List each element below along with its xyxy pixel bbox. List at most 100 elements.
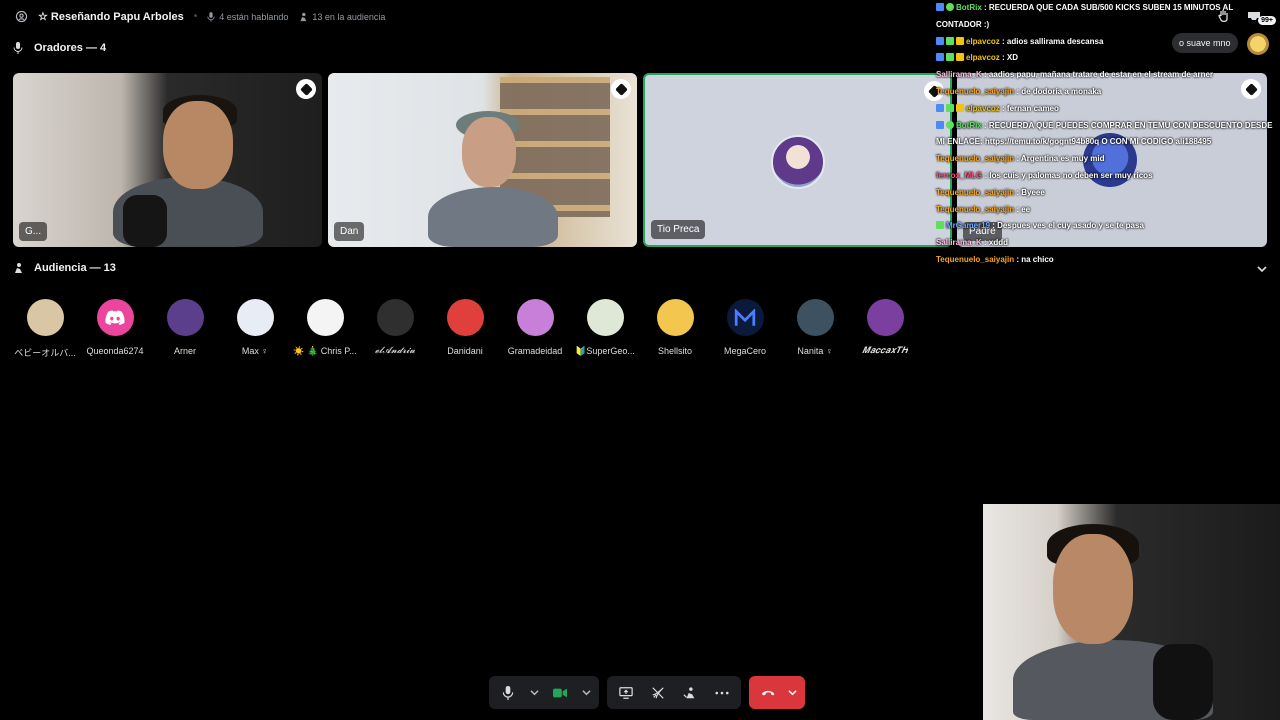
audience-header[interactable]: Audiencia — 13 (12, 262, 116, 274)
video-camera-icon (553, 688, 567, 697)
hang-up-icon (761, 690, 775, 695)
chat-user: Tequenuelo_saiyajin (936, 86, 1015, 96)
disconnect-button[interactable] (755, 680, 781, 706)
inbox-count-badge: 99+ (1258, 16, 1276, 25)
speakers-label: Oradores — 4 (34, 42, 107, 54)
video-microphone (123, 195, 167, 247)
audience-member-name: ☀️ 🎄 Chris P... (293, 346, 357, 356)
chat-user: Sallirama_K (936, 70, 982, 80)
speakers-header: Oradores — 4 (12, 42, 106, 54)
self-video-preview[interactable] (983, 504, 1280, 720)
chat-user: Tequenuelo_saiyajin (936, 187, 1015, 197)
microphone-icon (502, 685, 514, 700)
chat-text: RECUERDA QUE PUEDES COMPRAR EN TEMU CON … (936, 120, 1273, 147)
chat-user: Tequenuelo_saiyajin (936, 204, 1015, 214)
audience-count-text: 13 en la audiencia (312, 11, 386, 22)
chat-message: elpavcoz : fernan cameo (936, 101, 1280, 118)
audience-member-name: 𝑴𝒂𝒄𝒄𝒂𝒙𝑻𝑯 (862, 346, 908, 356)
avatar (726, 299, 764, 336)
video-person (428, 187, 558, 247)
video-face (163, 101, 233, 189)
avatar[interactable] (1247, 33, 1269, 55)
speaking-count-text: 4 están hablando (219, 11, 289, 22)
chat-text: XD (1006, 53, 1019, 63)
stage-channel-icon (14, 10, 28, 24)
chat-user: Sallirama_K (936, 238, 982, 248)
moderator-badge-icon (296, 79, 316, 99)
video-face (462, 117, 516, 187)
audience-member[interactable]: 🔰SuperGeo... (570, 299, 640, 359)
chat-text: Argentina es muy mid (1020, 154, 1105, 164)
audience-member-name: 🔰SuperGeo... (575, 346, 635, 356)
inbox-button[interactable]: 99+ (1246, 10, 1276, 28)
leave-options-button[interactable] (785, 680, 799, 706)
audience-member-name: Shellsito (657, 346, 693, 356)
chat-message: Tequenuelo_saiyajin : na chico (936, 254, 1054, 264)
chat-text: aadios papu, mañana tratare de estar en … (988, 70, 1214, 80)
chat-message: BotRix : RECUERDA QUE PUEDES COMPRAR EN … (936, 120, 1273, 147)
crown-badge-icon (956, 53, 964, 62)
chat-text: los cuis y palomas no deben ser muy rico… (989, 170, 1153, 180)
chat-user: elpavcoz (966, 36, 1000, 46)
avatar (236, 299, 274, 336)
audience-member[interactable]: MegaCero (710, 299, 780, 359)
audience-member-name: Max ♀ (241, 346, 269, 356)
chat-text: adios sallirama descansa (1006, 36, 1104, 46)
screen-share-button[interactable] (613, 680, 639, 706)
audience-member[interactable]: Danidani (430, 299, 500, 359)
audience-member[interactable]: Arner (150, 299, 220, 359)
audience-member[interactable]: Shellsito (640, 299, 710, 359)
suave-tag[interactable]: o suave mno (1172, 33, 1238, 53)
audience-member[interactable]: Nanita ♀ (780, 299, 850, 359)
avatar (376, 299, 414, 336)
chat-message: Tequenuelo_saiyajin : de dodoria a monak… (936, 86, 1102, 96)
speaker-tile[interactable]: G... (13, 73, 322, 247)
avatar (586, 299, 624, 336)
move-to-audience-icon (683, 686, 695, 698)
audience-member[interactable]: 𝑴𝒂𝒄𝒄𝒂𝒙𝑻𝑯 (850, 299, 920, 359)
activity-button[interactable] (645, 680, 671, 706)
speaker-name: Tio Preca (651, 220, 706, 239)
audience-member[interactable]: Gramadeidad (500, 299, 570, 359)
audience-label: Audiencia — 13 (34, 262, 116, 274)
chat-message: Tequenuelo_saiyajin : Argentina es muy m… (936, 154, 1105, 164)
verified-badge-icon (946, 120, 954, 129)
raise-hand-icon[interactable] (1216, 8, 1234, 26)
speaker-name: Dan (334, 222, 365, 241)
speaker-tile-speaking[interactable]: Tio Preca (643, 73, 952, 247)
microphone-button[interactable] (495, 680, 521, 706)
separator-dot: • (193, 11, 198, 22)
audience-member[interactable]: 𝓮𝓵𝓐𝓷𝓭𝓻𝓲𝓾 (360, 299, 430, 359)
verified-badge-icon (946, 3, 954, 11)
audience-count: 13 en la audiencia (298, 12, 385, 22)
chat-user: elpavcoz (966, 53, 1000, 63)
video-face (1053, 534, 1133, 644)
chat-user: Tequenuelo_saiyajin (936, 254, 1015, 264)
invite-to-speak-button[interactable] (677, 680, 703, 706)
audience-member-name: Danidani (447, 346, 483, 356)
audience-member[interactable]: ☀️ 🎄 Chris P... (290, 299, 360, 359)
sub-badge-icon (936, 53, 944, 62)
audience-member-name: MegaCero (723, 346, 767, 356)
audience-member[interactable]: ベビーオルバ... (10, 299, 80, 359)
audience-member[interactable]: Queonda6274 (80, 299, 150, 359)
chat-text: de dodoria a monaka (1021, 86, 1102, 96)
gift-badge-icon (936, 221, 944, 230)
chat-text: fernan cameo (1006, 103, 1059, 113)
camera-options-button[interactable] (579, 680, 593, 706)
speaker-name: G... (19, 222, 48, 241)
more-options-button[interactable] (709, 680, 735, 706)
camera-button[interactable] (547, 680, 573, 706)
chevron-down-icon[interactable] (1256, 263, 1268, 275)
gift-badge-icon (946, 53, 954, 62)
microphone-icon (13, 42, 23, 54)
avatar (516, 299, 554, 336)
microphone-options-button[interactable] (527, 680, 541, 706)
avatar (866, 299, 904, 336)
audience-member-name: 𝓮𝓵𝓐𝓷𝓭𝓻𝓲𝓾 (374, 346, 416, 356)
avatar (306, 299, 344, 336)
avatar (26, 299, 64, 336)
audience-member[interactable]: Max ♀ (220, 299, 290, 359)
speaker-tile[interactable]: Dan (328, 73, 637, 247)
chat-message: MrGamer19 : Despues ves el cuy asado y s… (936, 218, 1280, 235)
